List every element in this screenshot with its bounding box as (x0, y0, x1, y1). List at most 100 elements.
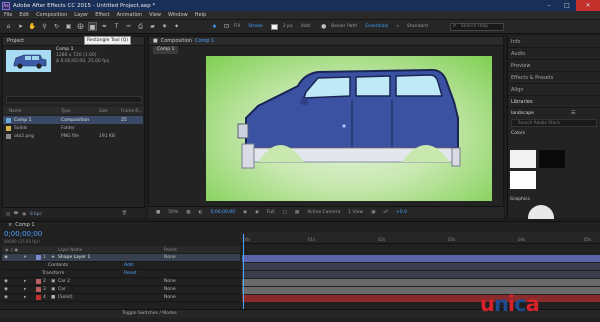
snapshot-icon[interactable]: ◐ (199, 210, 203, 215)
column-type[interactable]: Type (61, 108, 99, 113)
stroke-label[interactable]: Stroke (248, 24, 263, 29)
fit-icon[interactable]: ▦ (186, 210, 190, 215)
lock-icon[interactable]: ■ (153, 37, 158, 46)
exposure-value[interactable]: +0.0 (396, 210, 407, 215)
layer-name[interactable]: Car (58, 287, 164, 292)
project-item[interactable]: oto2.png PNG file 191 KB (3, 132, 143, 140)
color-swatch[interactable] (539, 150, 565, 168)
selection-tool-icon[interactable]: ➤ (16, 22, 25, 31)
color-swatch[interactable] (510, 171, 536, 189)
timeline-close-icon[interactable]: × (8, 221, 12, 229)
menu-window[interactable]: Window (168, 12, 188, 18)
layer-duration-bar[interactable] (242, 255, 600, 262)
always-preview-icon[interactable]: ■ (156, 210, 160, 215)
bit-depth-label[interactable]: 8 bpc (30, 211, 42, 216)
visibility-icon[interactable]: ◉ (2, 255, 14, 260)
layer-name[interactable]: [Solid] (58, 295, 164, 300)
composition-panel-title[interactable]: Composition (161, 37, 192, 46)
expand-arrow-icon[interactable]: ▾ (14, 255, 34, 260)
maximize-icon[interactable]: □ (558, 0, 576, 11)
add-plus-icon[interactable]: ● (319, 22, 328, 31)
workspace-menu-icon[interactable]: » (396, 24, 399, 29)
layer-color-label[interactable] (36, 287, 41, 292)
playhead[interactable] (243, 234, 244, 309)
pan-behind-tool-icon[interactable]: ⨁ (76, 22, 85, 31)
align-panel-tab[interactable]: Align (508, 84, 600, 96)
composition-panel-comp-name[interactable]: Comp 1 (195, 37, 214, 46)
transform-label[interactable]: Transform (2, 271, 124, 276)
workspace-essentials[interactable]: Essentials (365, 24, 388, 29)
effects-presets-panel-tab[interactable]: Effects & Presets (508, 72, 600, 84)
menu-view[interactable]: View (149, 12, 161, 18)
minimize-icon[interactable]: – (540, 0, 558, 11)
layer-parent-dropdown[interactable]: None (164, 287, 176, 292)
layer-duration-bar[interactable] (242, 287, 600, 294)
show-channel-icon[interactable]: ◉ (255, 210, 259, 215)
layer-parent-dropdown[interactable]: None (164, 279, 176, 284)
pen-tool-icon[interactable]: ✒ (100, 22, 109, 31)
new-composition-icon[interactable]: ▣ (22, 211, 26, 216)
timeline-layer[interactable]: ◉ ▸ 4 ■ [Solid] None (2, 294, 240, 302)
preview-panel-tab[interactable]: Preview (508, 60, 600, 72)
star-icon[interactable]: ★ (210, 22, 219, 31)
roto-brush-tool-icon[interactable]: ✷ (160, 22, 169, 31)
stroke-width-value[interactable]: 2 px (283, 24, 293, 29)
info-panel-tab[interactable]: Info (508, 36, 600, 48)
project-item[interactable]: Comp 1 Composition 25 (3, 116, 143, 124)
layer-name[interactable]: Shape Layer 1 (58, 255, 164, 260)
visibility-icon[interactable]: ◉ (2, 295, 14, 300)
camera-dropdown[interactable]: Active Camera (307, 210, 340, 215)
timeline-layer[interactable]: ◉ ▸ 2 ▣ Car 2 None (2, 278, 240, 286)
timeline-timecode[interactable]: 0;00;00;00 (4, 230, 42, 238)
zoom-tool-icon[interactable]: ⚲ (40, 22, 49, 31)
menu-effect[interactable]: Effect (95, 12, 109, 18)
layer-parent-dropdown[interactable]: None (164, 295, 176, 300)
trash-icon[interactable]: 🗑 (122, 210, 127, 216)
expand-arrow-icon[interactable]: ▸ (14, 295, 34, 300)
menu-help[interactable]: Help (195, 12, 206, 18)
close-icon[interactable]: ✕ (576, 0, 600, 11)
transparency-grid-icon[interactable]: ▩ (295, 210, 299, 215)
layer-duration-bar[interactable] (242, 295, 600, 302)
layer-duration-bar[interactable] (242, 279, 600, 286)
workspace-standard[interactable]: Standard (407, 24, 428, 29)
reset-link[interactable]: Reset (124, 271, 137, 276)
brush-tool-icon[interactable]: ✑ (124, 22, 133, 31)
resolution-dropdown[interactable]: Full (267, 210, 275, 215)
project-search-input[interactable] (6, 96, 142, 103)
toggle-pixel-aspect-icon[interactable]: ▣ (371, 210, 375, 215)
comp-viewer-tab[interactable]: Comp 1 (153, 46, 179, 54)
menu-file[interactable]: File (4, 12, 12, 18)
type-tool-icon[interactable]: T (112, 22, 121, 31)
layer-color-label[interactable] (36, 255, 41, 260)
visibility-icon[interactable]: ◉ (2, 287, 14, 292)
libraries-panel-tab[interactable]: Libraries (508, 96, 600, 108)
home-icon[interactable]: ⌂ (4, 22, 13, 31)
camera-tool-icon[interactable]: ▣ (64, 22, 73, 31)
camera-snapshot-icon[interactable]: ◉ (243, 210, 247, 215)
layer-color-label[interactable] (36, 295, 41, 300)
column-frame-rate[interactable]: Frame R... (121, 108, 142, 113)
contents-label[interactable]: Contents (2, 263, 124, 268)
timeline-layer[interactable]: ◉ ▾ 1 ★ Shape Layer 1 None (2, 254, 240, 262)
timeline-layer[interactable]: ◉ ▸ 3 ▣ Car None (2, 286, 240, 294)
interpret-footage-icon[interactable]: ▤ (6, 211, 10, 216)
region-of-interest-icon[interactable]: □ (283, 210, 287, 215)
search-adobe-stock-input[interactable]: Search Adobe Stock (511, 119, 597, 127)
layer-parent-dropdown[interactable]: None (164, 255, 176, 260)
column-name[interactable]: Name (3, 108, 61, 113)
layer-color-label[interactable] (36, 279, 41, 284)
snapping-icon[interactable]: ⊡ (222, 22, 231, 31)
composition-canvas[interactable] (206, 56, 492, 201)
column-size[interactable]: Size (99, 108, 121, 113)
expand-arrow-icon[interactable]: ▸ (14, 287, 34, 292)
search-help-input[interactable]: Search Help (449, 22, 504, 31)
menu-composition[interactable]: Composition (36, 12, 67, 18)
menu-animation[interactable]: Animation (117, 12, 143, 18)
expand-arrow-icon[interactable]: ▸ (14, 279, 34, 284)
bezier-path-checkbox[interactable]: Bezier Path (331, 24, 357, 29)
hand-tool-icon[interactable]: ✋ (28, 22, 37, 31)
project-item[interactable]: Solids Folder (3, 124, 143, 132)
color-swatch[interactable] (510, 150, 536, 168)
view-layout-dropdown[interactable]: 1 View (348, 210, 363, 215)
